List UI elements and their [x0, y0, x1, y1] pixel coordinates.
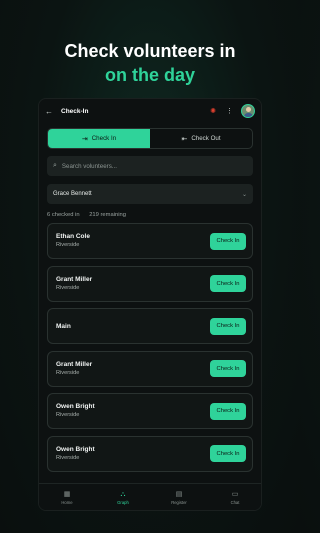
- tab-chat[interactable]: ▭ Chat: [207, 484, 261, 510]
- volunteer-card: Owen Bright Riverside Check In: [47, 435, 253, 472]
- back-arrow-icon[interactable]: ←: [45, 107, 57, 116]
- check-in-button[interactable]: Check In: [210, 275, 246, 292]
- search-bar: ⌕: [47, 156, 253, 176]
- headline: Check volunteers in on the day: [0, 40, 300, 88]
- login-icon: ⇥: [81, 135, 88, 143]
- volunteer-location: Riverside: [56, 242, 80, 248]
- avatar[interactable]: [241, 104, 255, 118]
- search-icon: ⌕: [53, 162, 57, 169]
- more-options-icon[interactable]: ⋮: [226, 107, 233, 115]
- volunteer-name: Owen Bright: [56, 445, 95, 453]
- remaining-count: 219 remaining: [89, 212, 126, 218]
- chevron-down-icon: ⌄: [241, 191, 247, 198]
- headline-line-1: Check volunteers in: [64, 41, 236, 61]
- phone-screen: ← Check-In ✺ ⋮ ⇥ Check In ⇤ Check Out ⌕ …: [38, 98, 262, 511]
- volunteer-name: Grant Miller: [56, 360, 93, 368]
- bug-icon[interactable]: ✺: [210, 107, 216, 115]
- volunteer-name: Owen Bright: [56, 403, 95, 410]
- check-in-button[interactable]: Check In: [210, 445, 246, 462]
- volunteer-select-value: Grace Bennett: [53, 191, 92, 197]
- tab-register-label: Register: [171, 499, 187, 505]
- volunteer-card: Ethan Cole Riverside Check In: [47, 223, 253, 259]
- check-out-tab[interactable]: ⇤ Check Out: [150, 129, 252, 148]
- check-in-button[interactable]: Check In: [210, 402, 246, 420]
- clipboard-icon: ▤: [175, 490, 183, 498]
- chat-icon: ▭: [231, 490, 239, 498]
- logout-icon: ⇤: [181, 135, 188, 143]
- volunteer-card: Grant Miller Riverside Check In: [47, 265, 253, 302]
- check-out-tab-label: Check Out: [191, 135, 221, 142]
- headline-line-2: on the day: [104, 65, 195, 85]
- volunteer-location: Riverside: [56, 454, 80, 461]
- graph-icon: ⛬: [120, 490, 126, 498]
- tab-register[interactable]: ▤ Register: [151, 484, 207, 510]
- volunteer-card: Main Check In: [47, 308, 253, 344]
- volunteer-name: Ethan Cole: [56, 233, 90, 240]
- mode-toggle: ⇥ Check In ⇤ Check Out: [47, 128, 253, 149]
- check-in-counts: 6 checked in 219 remaining: [47, 212, 253, 218]
- tab-home[interactable]: ▦ Home: [39, 484, 95, 510]
- search-input[interactable]: [61, 162, 232, 170]
- tab-home-label: Home: [61, 499, 73, 505]
- volunteer-location: Riverside: [56, 284, 80, 291]
- tab-graph[interactable]: ⛬ Graph: [95, 484, 151, 510]
- volunteer-card: Grant Miller Riverside Check In: [47, 350, 253, 387]
- volunteer-list: Ethan Cole Riverside Check In Grant Mill…: [47, 223, 253, 472]
- volunteer-card: Owen Bright Riverside Check In: [47, 393, 253, 429]
- check-in-button[interactable]: Check In: [210, 232, 246, 250]
- tab-graph-label: Graph: [117, 499, 129, 505]
- volunteer-location: Riverside: [56, 369, 80, 376]
- grid-icon: ▦: [63, 490, 71, 498]
- volunteer-name: Main: [56, 322, 71, 330]
- check-in-button[interactable]: Check In: [210, 317, 246, 335]
- screen-title: Check-In: [61, 107, 89, 115]
- volunteer-name: Grant Miller: [56, 275, 93, 283]
- volunteer-location: Riverside: [56, 412, 80, 418]
- checked-in-count: 6 checked in: [47, 212, 80, 218]
- app-bar: ← Check-In ✺ ⋮: [39, 99, 261, 123]
- check-in-tab[interactable]: ⇥ Check In: [48, 129, 150, 148]
- volunteer-select[interactable]: Grace Bennett ⌄: [47, 184, 253, 204]
- check-in-tab-label: Check In: [91, 135, 117, 142]
- bottom-nav: ▦ Home ⛬ Graph ▤ Register ▭ Chat: [39, 483, 261, 510]
- tab-chat-label: Chat: [230, 499, 240, 505]
- check-in-button[interactable]: Check In: [210, 360, 246, 377]
